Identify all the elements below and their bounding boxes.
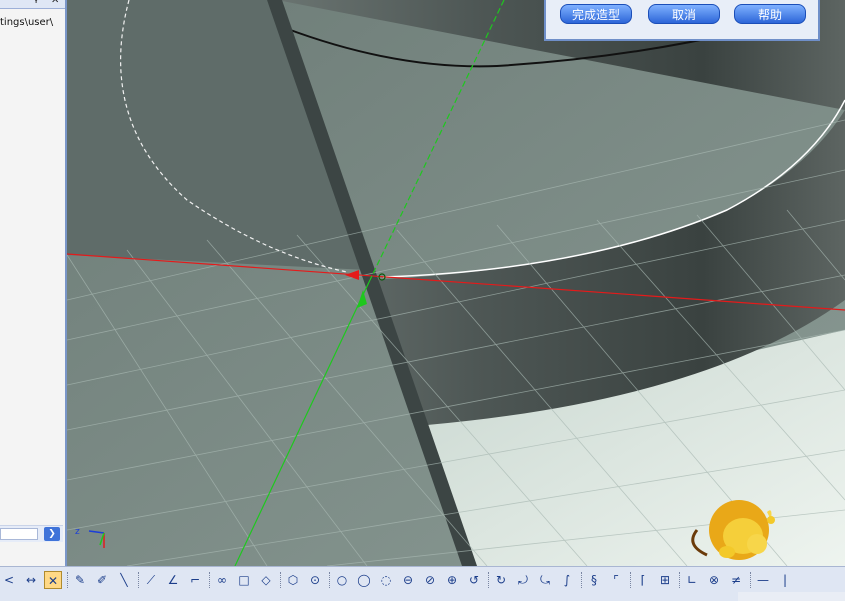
modeling-dialog: 完成造型 取消 帮助 [544,0,820,41]
spline-icon[interactable]: ∫ [558,571,576,589]
axis-label-z: z [75,527,80,537]
toolbar-separator [488,572,490,588]
horizontal-icon[interactable]: — [754,571,772,589]
circle-tangent-icon[interactable]: ◌ [377,571,395,589]
vertical-icon[interactable]: | [776,571,794,589]
arc-three-icon[interactable]: ⤾ [514,571,532,589]
arc-four-icon[interactable]: ⤿ [536,571,554,589]
cancel-button[interactable]: 取消 [648,4,720,24]
circle-three-point-icon[interactable]: ◯ [355,571,373,589]
close-icon[interactable]: ✕ [51,0,59,6]
arc-icon[interactable]: ↺ [465,571,483,589]
rectangle-icon[interactable]: □ [235,571,253,589]
scrollbar-thumb[interactable] [0,528,38,540]
toolbar-separator [630,572,632,588]
pencil-sketch-icon[interactable]: ✎ [71,571,89,589]
measure-icon[interactable]: ⊞ [656,571,674,589]
tree-path-text[interactable]: tings\user\ [0,17,62,28]
sketch-toolbar: < ↔ ✕ ✎ ✐ ╲ ⟋ ∠ ⌐ ∞ □ ◇ ⬡ ⊙ ○ ◯ ◌ ⊖ ⊘ ⊕ ↺ ↻ ⤾ ⤿ ∫ § ⌜ ⌈ ⊞ ∟ ⊗ ≠ — | [0,566,845,601]
dimension-icon[interactable]: ↔ [22,571,40,589]
help-button[interactable]: 帮助 [734,4,806,24]
corner-icon[interactable]: ∟ [683,571,701,589]
viewport-canvas[interactable]: z [67,0,845,566]
horizontal-scrollbar[interactable]: ❯ [0,525,63,542]
circle-center-icon[interactable]: ⊙ [306,571,324,589]
scroll-right-icon[interactable]: ❯ [44,527,60,541]
line-icon[interactable]: ╲ [115,571,133,589]
angle-line-icon[interactable]: ∠ [164,571,182,589]
chain-icon[interactable]: ∞ [213,571,231,589]
toolbar-separator [209,572,211,588]
3d-viewport[interactable]: z [67,0,845,566]
toolbar-separator [679,572,681,588]
arrow-left-icon[interactable]: < [0,571,18,589]
arc-two-icon[interactable]: ↻ [492,571,510,589]
status-bar [738,592,845,601]
ellipse-icon[interactable]: ⊕ [443,571,461,589]
circle-four-icon[interactable]: ⊖ [399,571,417,589]
diamond-icon[interactable]: ◇ [257,571,275,589]
finish-modeling-button[interactable]: 完成造型 [560,4,632,24]
circle-two-point-icon[interactable]: ○ [333,571,351,589]
equal-icon[interactable]: ≠ [727,571,745,589]
pin-icon[interactable]: ᵼ [35,0,37,6]
spline-two-icon[interactable]: § [585,571,603,589]
polyline-icon[interactable]: ⌐ [186,571,204,589]
toolbar-separator [329,572,331,588]
pencil-dim-icon[interactable]: ✐ [93,571,111,589]
toolbar-separator [280,572,282,588]
panel-titlebar: ᵼ ✕ [0,0,65,9]
toolbar-separator [581,572,583,588]
toolbar-separator [138,572,140,588]
trim-cross-icon[interactable]: ✕ [44,571,62,589]
left-panel: ᵼ ✕ tings\user\ ❯ [0,0,67,566]
hexagon-icon[interactable]: ⬡ [284,571,302,589]
toolbar-separator [750,572,752,588]
toolbar-separator [67,572,69,588]
fillet-icon[interactable]: ⌜ [607,571,625,589]
tangent-line-icon[interactable]: ⟋ [142,571,160,589]
constraint-icon[interactable]: ⊗ [705,571,723,589]
circle-five-icon[interactable]: ⊘ [421,571,439,589]
chamfer-icon[interactable]: ⌈ [634,571,652,589]
